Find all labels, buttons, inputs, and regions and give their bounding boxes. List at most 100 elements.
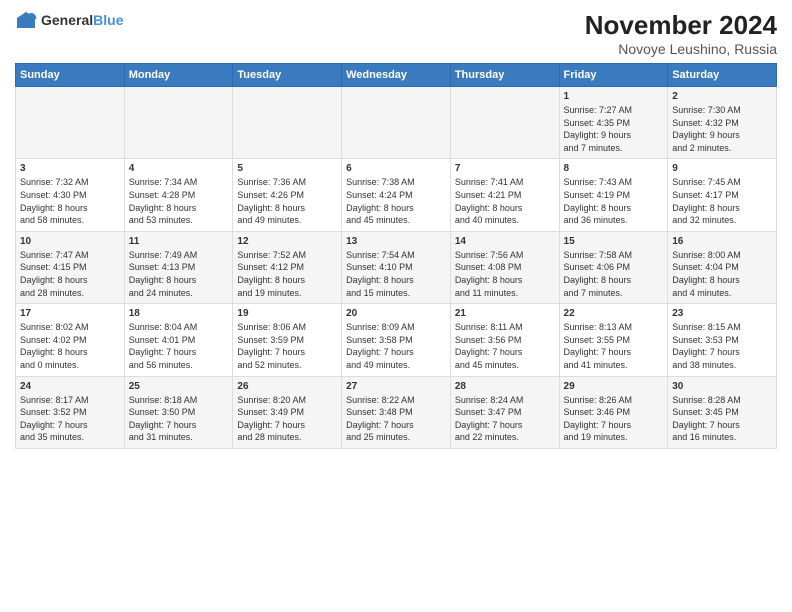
cell-4-6: 30 Sunrise: 8:28 AM Sunset: 3:45 PM Dayli… — [668, 376, 777, 448]
week-row-2: 10 Sunrise: 7:47 AM Sunset: 4:15 PM Dayli… — [16, 231, 777, 303]
day-number: 15 — [564, 236, 664, 247]
day-number: 26 — [237, 381, 337, 392]
col-tuesday: Tuesday — [233, 64, 342, 87]
cell-3-0: 17 Sunrise: 8:02 AM Sunset: 4:02 PM Dayli… — [16, 304, 125, 376]
day-number: 3 — [20, 163, 120, 174]
logo: General Blue — [15, 10, 123, 32]
cell-2-6: 16 Sunrise: 8:00 AM Sunset: 4:04 PM Dayli… — [668, 231, 777, 303]
cell-0-6: 2Sunrise: 7:30 AM Sunset: 4:32 PM Daylig… — [668, 87, 777, 159]
day-info: Sunrise: 8:13 AM Sunset: 3:55 PM Dayligh… — [564, 321, 664, 371]
cell-4-4: 28 Sunrise: 8:24 AM Sunset: 3:47 PM Dayli… — [450, 376, 559, 448]
cell-1-5: 8 Sunrise: 7:43 AM Sunset: 4:19 PM Daylig… — [559, 159, 668, 231]
day-info: Sunrise: 7:54 AM Sunset: 4:10 PM Dayligh… — [346, 249, 446, 299]
day-number: 10 — [20, 236, 120, 247]
cell-3-1: 18Sunrise: 8:04 AM Sunset: 4:01 PM Dayli… — [124, 304, 233, 376]
day-info: Sunrise: 8:17 AM Sunset: 3:52 PM Dayligh… — [20, 394, 120, 444]
day-number: 14 — [455, 236, 555, 247]
day-info: Sunrise: 8:00 AM Sunset: 4:04 PM Dayligh… — [672, 249, 772, 299]
cell-4-3: 27 Sunrise: 8:22 AM Sunset: 3:48 PM Dayli… — [342, 376, 451, 448]
cell-0-1 — [124, 87, 233, 159]
header: General Blue November 2024 Novoye Leushi… — [15, 10, 777, 57]
sub-title: Novoye Leushino, Russia — [585, 41, 777, 57]
day-number: 30 — [672, 381, 772, 392]
day-number: 17 — [20, 308, 120, 319]
day-number: 5 — [237, 163, 337, 174]
day-info: Sunrise: 8:26 AM Sunset: 3:46 PM Dayligh… — [564, 394, 664, 444]
title-block: November 2024 Novoye Leushino, Russia — [585, 10, 777, 57]
day-number: 7 — [455, 163, 555, 174]
cell-1-3: 6 Sunrise: 7:38 AM Sunset: 4:24 PM Daylig… — [342, 159, 451, 231]
col-saturday: Saturday — [668, 64, 777, 87]
day-info: Sunrise: 8:09 AM Sunset: 3:58 PM Dayligh… — [346, 321, 446, 371]
logo-general: General — [41, 13, 93, 28]
cell-1-2: 5Sunrise: 7:36 AM Sunset: 4:26 PM Daylig… — [233, 159, 342, 231]
day-info: Sunrise: 8:28 AM Sunset: 3:45 PM Dayligh… — [672, 394, 772, 444]
day-info: Sunrise: 8:20 AM Sunset: 3:49 PM Dayligh… — [237, 394, 337, 444]
day-info: Sunrise: 7:41 AM Sunset: 4:21 PM Dayligh… — [455, 176, 555, 226]
col-friday: Friday — [559, 64, 668, 87]
cell-2-2: 12 Sunrise: 7:52 AM Sunset: 4:12 PM Dayli… — [233, 231, 342, 303]
day-info: Sunrise: 7:47 AM Sunset: 4:15 PM Dayligh… — [20, 249, 120, 299]
day-info: Sunrise: 7:27 AM Sunset: 4:35 PM Dayligh… — [564, 104, 664, 154]
col-sunday: Sunday — [16, 64, 125, 87]
week-row-0: 1 Sunrise: 7:27 AM Sunset: 4:35 PM Daylig… — [16, 87, 777, 159]
cell-2-3: 13Sunrise: 7:54 AM Sunset: 4:10 PM Dayli… — [342, 231, 451, 303]
day-info: Sunrise: 8:15 AM Sunset: 3:53 PM Dayligh… — [672, 321, 772, 371]
day-number: 22 — [564, 308, 664, 319]
day-info: Sunrise: 8:22 AM Sunset: 3:48 PM Dayligh… — [346, 394, 446, 444]
calendar-header: Sunday Monday Tuesday Wednesday Thursday… — [16, 64, 777, 87]
day-number: 20 — [346, 308, 446, 319]
day-info: Sunrise: 7:34 AM Sunset: 4:28 PM Dayligh… — [129, 176, 229, 226]
day-number: 19 — [237, 308, 337, 319]
header-row: Sunday Monday Tuesday Wednesday Thursday… — [16, 64, 777, 87]
logo-icon — [15, 10, 37, 32]
calendar-body: 1 Sunrise: 7:27 AM Sunset: 4:35 PM Daylig… — [16, 87, 777, 449]
day-info: Sunrise: 8:24 AM Sunset: 3:47 PM Dayligh… — [455, 394, 555, 444]
day-info: Sunrise: 7:52 AM Sunset: 4:12 PM Dayligh… — [237, 249, 337, 299]
cell-1-0: 3 Sunrise: 7:32 AM Sunset: 4:30 PM Daylig… — [16, 159, 125, 231]
day-info: Sunrise: 7:32 AM Sunset: 4:30 PM Dayligh… — [20, 176, 120, 226]
cell-2-5: 15 Sunrise: 7:58 AM Sunset: 4:06 PM Dayli… — [559, 231, 668, 303]
cell-2-4: 14Sunrise: 7:56 AM Sunset: 4:08 PM Dayli… — [450, 231, 559, 303]
main-title: November 2024 — [585, 10, 777, 41]
day-info: Sunrise: 7:43 AM Sunset: 4:19 PM Dayligh… — [564, 176, 664, 226]
cell-4-1: 25Sunrise: 8:18 AM Sunset: 3:50 PM Dayli… — [124, 376, 233, 448]
cell-3-4: 21Sunrise: 8:11 AM Sunset: 3:56 PM Dayli… — [450, 304, 559, 376]
day-number: 16 — [672, 236, 772, 247]
day-number: 12 — [237, 236, 337, 247]
week-row-1: 3 Sunrise: 7:32 AM Sunset: 4:30 PM Daylig… — [16, 159, 777, 231]
col-wednesday: Wednesday — [342, 64, 451, 87]
col-monday: Monday — [124, 64, 233, 87]
logo-blue: Blue — [93, 13, 123, 28]
cell-1-1: 4 Sunrise: 7:34 AM Sunset: 4:28 PM Daylig… — [124, 159, 233, 231]
day-number: 8 — [564, 163, 664, 174]
cell-4-2: 26 Sunrise: 8:20 AM Sunset: 3:49 PM Dayli… — [233, 376, 342, 448]
week-row-4: 24Sunrise: 8:17 AM Sunset: 3:52 PM Dayli… — [16, 376, 777, 448]
page: General Blue November 2024 Novoye Leushi… — [0, 0, 792, 612]
cell-0-2 — [233, 87, 342, 159]
day-number: 28 — [455, 381, 555, 392]
day-number: 1 — [564, 91, 664, 102]
day-number: 4 — [129, 163, 229, 174]
day-info: Sunrise: 7:38 AM Sunset: 4:24 PM Dayligh… — [346, 176, 446, 226]
cell-4-5: 29Sunrise: 8:26 AM Sunset: 3:46 PM Dayli… — [559, 376, 668, 448]
cell-0-5: 1 Sunrise: 7:27 AM Sunset: 4:35 PM Daylig… — [559, 87, 668, 159]
day-info: Sunrise: 7:45 AM Sunset: 4:17 PM Dayligh… — [672, 176, 772, 226]
col-thursday: Thursday — [450, 64, 559, 87]
day-number: 6 — [346, 163, 446, 174]
day-info: Sunrise: 8:02 AM Sunset: 4:02 PM Dayligh… — [20, 321, 120, 371]
day-number: 18 — [129, 308, 229, 319]
day-info: Sunrise: 7:58 AM Sunset: 4:06 PM Dayligh… — [564, 249, 664, 299]
day-info: Sunrise: 7:49 AM Sunset: 4:13 PM Dayligh… — [129, 249, 229, 299]
cell-1-6: 9 Sunrise: 7:45 AM Sunset: 4:17 PM Daylig… — [668, 159, 777, 231]
day-number: 9 — [672, 163, 772, 174]
day-number: 27 — [346, 381, 446, 392]
cell-3-3: 20 Sunrise: 8:09 AM Sunset: 3:58 PM Dayli… — [342, 304, 451, 376]
day-number: 2 — [672, 91, 772, 102]
cell-2-0: 10 Sunrise: 7:47 AM Sunset: 4:15 PM Dayli… — [16, 231, 125, 303]
cell-0-0 — [16, 87, 125, 159]
day-info: Sunrise: 8:18 AM Sunset: 3:50 PM Dayligh… — [129, 394, 229, 444]
day-number: 23 — [672, 308, 772, 319]
cell-1-4: 7 Sunrise: 7:41 AM Sunset: 4:21 PM Daylig… — [450, 159, 559, 231]
day-info: Sunrise: 8:06 AM Sunset: 3:59 PM Dayligh… — [237, 321, 337, 371]
